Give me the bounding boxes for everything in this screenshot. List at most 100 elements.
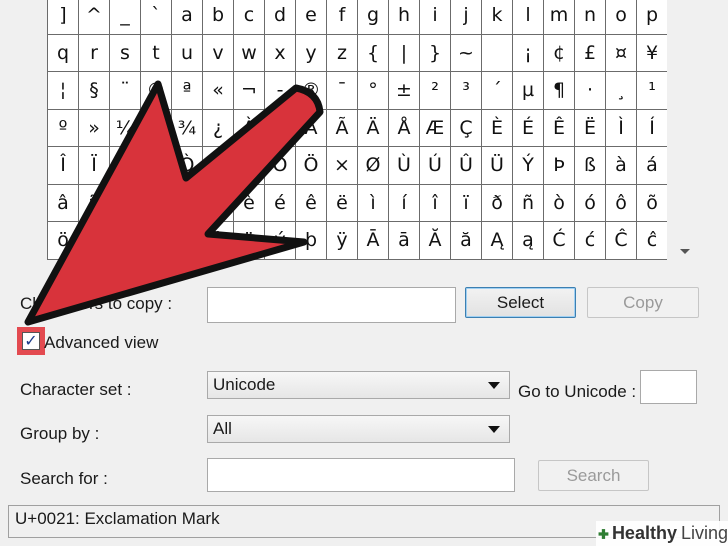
- grid-cell[interactable]: ½: [141, 109, 172, 147]
- grid-cell[interactable]: Þ: [544, 147, 575, 185]
- grid-cell[interactable]: î: [420, 184, 451, 222]
- grid-cell[interactable]: à: [606, 147, 637, 185]
- grid-cell[interactable]: ò: [544, 184, 575, 222]
- grid-cell[interactable]: º: [48, 109, 79, 147]
- grid-cell[interactable]: Ö: [296, 147, 327, 185]
- grid-cell[interactable]: Ç: [451, 109, 482, 147]
- grid-cell[interactable]: Å: [389, 109, 420, 147]
- grid-cell[interactable]: Ï: [79, 147, 110, 185]
- grid-cell[interactable]: Ú: [420, 147, 451, 185]
- grid-cell[interactable]: ¦: [48, 72, 79, 110]
- grid-cell[interactable]: ^: [79, 0, 110, 35]
- grid-cell[interactable]: Ü: [482, 147, 513, 185]
- grid-cell[interactable]: s: [110, 34, 141, 72]
- copy-button[interactable]: Copy: [587, 287, 699, 318]
- grid-cell[interactable]: [482, 34, 513, 72]
- grid-cell[interactable]: æ: [172, 184, 203, 222]
- grid-cell[interactable]: Æ: [420, 109, 451, 147]
- group-by-dropdown[interactable]: All: [207, 415, 510, 443]
- grid-cell[interactable]: ö: [48, 222, 79, 260]
- grid-cell[interactable]: µ: [513, 72, 544, 110]
- grid-cell[interactable]: ý: [265, 222, 296, 260]
- grid-cell[interactable]: ß: [575, 147, 606, 185]
- grid-cell[interactable]: Â: [296, 109, 327, 147]
- grid-cell[interactable]: ·: [575, 72, 606, 110]
- grid-cell[interactable]: ÷: [79, 222, 110, 260]
- grid-cell[interactable]: û: [203, 222, 234, 260]
- grid-scrollbar[interactable]: [667, 0, 707, 268]
- grid-cell[interactable]: ā: [389, 222, 420, 260]
- grid-cell[interactable]: ô: [606, 184, 637, 222]
- grid-cell[interactable]: q: [48, 34, 79, 72]
- grid-cell[interactable]: ¡: [513, 34, 544, 72]
- grid-cell[interactable]: é: [265, 184, 296, 222]
- grid-cell[interactable]: y: [296, 34, 327, 72]
- grid-cell[interactable]: ü: [234, 222, 265, 260]
- grid-cell[interactable]: ×: [327, 147, 358, 185]
- grid-cell[interactable]: ¹: [637, 72, 668, 110]
- grid-cell[interactable]: Ë: [575, 109, 606, 147]
- character-set-dropdown[interactable]: Unicode: [207, 371, 510, 399]
- grid-cell[interactable]: í: [389, 184, 420, 222]
- grid-cell[interactable]: Ò: [172, 147, 203, 185]
- grid-cell[interactable]: ¶: [544, 72, 575, 110]
- grid-cell[interactable]: ć: [575, 222, 606, 260]
- grid-cell[interactable]: ì: [358, 184, 389, 222]
- select-button[interactable]: Select: [465, 287, 576, 318]
- grid-cell[interactable]: â: [48, 184, 79, 222]
- grid-cell[interactable]: Ą: [482, 222, 513, 260]
- grid-cell[interactable]: w: [234, 34, 265, 72]
- grid-cell[interactable]: ¬: [234, 72, 265, 110]
- go-to-unicode-input[interactable]: [640, 370, 697, 404]
- grid-cell[interactable]: ¼: [110, 109, 141, 147]
- grid-cell[interactable]: Ô: [234, 147, 265, 185]
- grid-cell[interactable]: ù: [141, 222, 172, 260]
- grid-cell[interactable]: g: [358, 0, 389, 35]
- grid-cell[interactable]: ú: [172, 222, 203, 260]
- grid-cell[interactable]: Ă: [420, 222, 451, 260]
- grid-cell[interactable]: ó: [575, 184, 606, 222]
- grid-cell[interactable]: ±: [389, 72, 420, 110]
- grid-cell[interactable]: õ: [637, 184, 668, 222]
- grid-cell[interactable]: h: [389, 0, 420, 35]
- grid-cell[interactable]: è: [234, 184, 265, 222]
- grid-cell[interactable]: ă: [451, 222, 482, 260]
- grid-cell[interactable]: ª: [172, 72, 203, 110]
- grid-cell[interactable]: o: [606, 0, 637, 35]
- grid-cell[interactable]: }: [420, 34, 451, 72]
- grid-cell[interactable]: Ù: [389, 147, 420, 185]
- grid-cell[interactable]: ¥: [637, 34, 668, 72]
- grid-cell[interactable]: ¿: [203, 109, 234, 147]
- grid-cell[interactable]: z: [327, 34, 358, 72]
- grid-cell[interactable]: ï: [451, 184, 482, 222]
- grid-cell[interactable]: k: [482, 0, 513, 35]
- grid-cell[interactable]: {: [358, 34, 389, 72]
- grid-cell[interactable]: Ð: [110, 147, 141, 185]
- grid-cell[interactable]: ~: [451, 34, 482, 72]
- grid-cell[interactable]: Í: [637, 109, 668, 147]
- grid-cell[interactable]: ê: [296, 184, 327, 222]
- character-grid[interactable]: ] ^ _ ` a b c d e f g h i j k l m n o p q r s t u v w x y z{|} ~ ¡ ¢ £ ¤ ¥ ¦…: [47, 0, 668, 260]
- grid-cell[interactable]: «: [203, 72, 234, 110]
- grid-cell[interactable]: a: [172, 0, 203, 35]
- grid-cell[interactable]: Ý: [513, 147, 544, 185]
- grid-cell[interactable]: d: [265, 0, 296, 35]
- grid-cell[interactable]: £: [575, 34, 606, 72]
- grid-cell[interactable]: ¤: [606, 34, 637, 72]
- grid-cell[interactable]: p: [637, 0, 668, 35]
- grid-cell[interactable]: r: [79, 34, 110, 72]
- grid-cell[interactable]: ®: [296, 72, 327, 110]
- grid-cell[interactable]: å: [141, 184, 172, 222]
- grid-cell[interactable]: ¢: [544, 34, 575, 72]
- grid-cell[interactable]: È: [482, 109, 513, 147]
- grid-cell[interactable]: Ñ: [141, 147, 172, 185]
- grid-cell[interactable]: Ã: [327, 109, 358, 147]
- grid-cell[interactable]: Ê: [544, 109, 575, 147]
- search-button[interactable]: Search: [538, 460, 649, 491]
- grid-cell[interactable]: ]: [48, 0, 79, 35]
- grid-cell[interactable]: ³: [451, 72, 482, 110]
- grid-cell[interactable]: j: [451, 0, 482, 35]
- grid-cell[interactable]: ë: [327, 184, 358, 222]
- grid-cell[interactable]: l: [513, 0, 544, 35]
- grid-cell[interactable]: m: [544, 0, 575, 35]
